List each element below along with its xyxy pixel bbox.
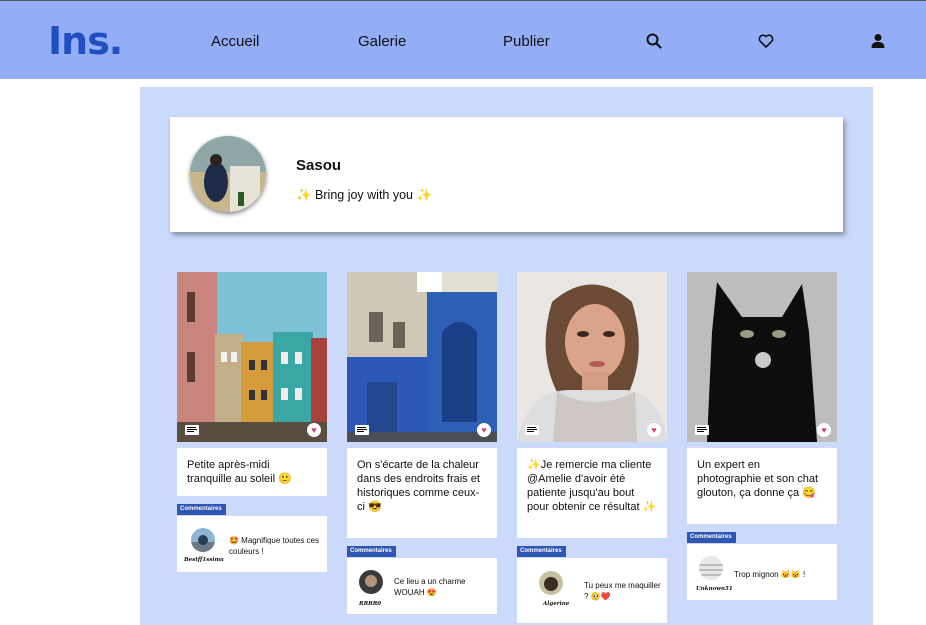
comment-box: Trop mignon 🐱🐱 ! Unknown51 <box>687 544 837 600</box>
post-caption: Un expert en photographie et son chat gl… <box>687 448 837 524</box>
commenter-username[interactable]: Bestff1ssima <box>184 557 224 563</box>
post-image[interactable]: ♥ <box>687 272 837 442</box>
post-card: ♥ Petite après-midi tranquille au soleil… <box>177 272 327 572</box>
comments-tag[interactable]: Commentaires <box>347 546 396 557</box>
post-caption: Petite après-midi tranquille au soleil 🙂 <box>177 448 327 496</box>
comments-tag[interactable]: Commentaires <box>687 532 736 543</box>
commenter-username[interactable]: RRRR0 <box>359 601 381 607</box>
post-image[interactable]: ♥ <box>177 272 327 442</box>
comment-text: Trop mignon 🐱🐱 ! <box>734 570 806 579</box>
text-icon <box>355 425 369 435</box>
commenter-avatar[interactable] <box>699 556 723 580</box>
comment-text: Tu peux me maquiller ? 🥺❤️ <box>584 581 661 601</box>
text-icon <box>525 425 539 435</box>
post-card: ♥ On s'écarte de la chaleur dans des end… <box>347 272 497 614</box>
nav-home-link[interactable]: Accueil <box>211 33 259 50</box>
commenter-username[interactable]: Unknown51 <box>696 586 733 592</box>
profile-username: Sasou <box>296 157 342 174</box>
commenter-avatar[interactable] <box>191 528 215 552</box>
comments-tag[interactable]: Commentaires <box>517 546 566 557</box>
comment-text: 🤩 Magnifique toutes ces couleurs ! <box>229 536 320 556</box>
logo[interactable]: Ins. <box>48 19 123 63</box>
comment-text: Ce lieu a un charme WOUAH 😍 <box>394 577 466 597</box>
post-image[interactable]: ♥ <box>347 272 497 442</box>
user-icon[interactable] <box>870 33 886 49</box>
profile-card: Sasou ✨ Bring joy with you ✨ <box>170 117 843 232</box>
text-icon <box>185 425 199 435</box>
top-navbar: Ins. Accueil Galerie Publier <box>0 0 926 79</box>
commenter-username[interactable]: Algerine <box>543 601 569 607</box>
post-caption: On s'écarte de la chaleur dans des endro… <box>347 448 497 538</box>
nav-publish-link[interactable]: Publier <box>503 33 550 50</box>
like-icon[interactable]: ♥ <box>647 423 661 437</box>
comments-tag[interactable]: Commentaires <box>177 504 226 515</box>
profile-avatar[interactable] <box>190 136 266 212</box>
heart-icon[interactable] <box>758 33 774 49</box>
search-icon[interactable] <box>646 33 662 49</box>
comment-box: Ce lieu a un charme WOUAH 😍 RRRR0 <box>347 558 497 614</box>
post-card: ♥ Un expert en photographie et son chat … <box>687 272 837 600</box>
profile-bio: ✨ Bring joy with you ✨ <box>296 188 433 202</box>
commenter-avatar[interactable] <box>539 571 563 595</box>
nav-gallery-link[interactable]: Galerie <box>358 33 406 50</box>
text-icon <box>695 425 709 435</box>
post-card: ♥ ✨Je remercie ma cliente @Amelie d'avoi… <box>517 272 667 623</box>
comment-box: Tu peux me maquiller ? 🥺❤️ Algerine <box>517 558 667 623</box>
like-icon[interactable]: ♥ <box>477 423 491 437</box>
like-icon[interactable]: ♥ <box>307 423 321 437</box>
commenter-avatar[interactable] <box>359 570 383 594</box>
post-caption: ✨Je remercie ma cliente @Amelie d'avoir … <box>517 448 667 538</box>
like-icon[interactable]: ♥ <box>817 423 831 437</box>
post-image[interactable]: ♥ <box>517 272 667 442</box>
comment-box: 🤩 Magnifique toutes ces couleurs ! Bestf… <box>177 516 327 572</box>
